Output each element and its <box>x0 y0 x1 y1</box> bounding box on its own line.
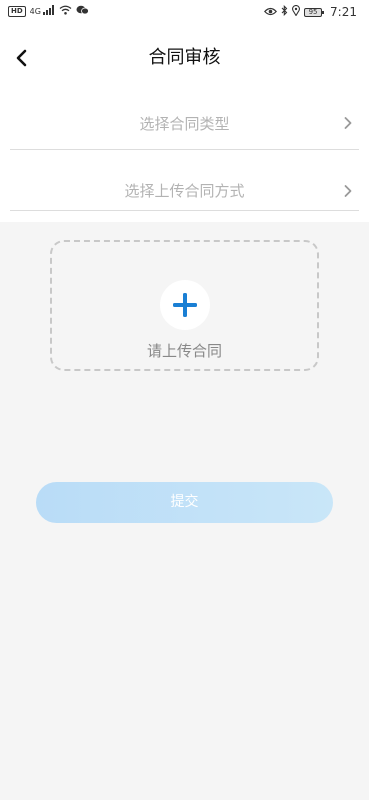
plus-icon <box>173 293 197 317</box>
chevron-right-icon <box>344 117 352 129</box>
contract-type-label: 选择合同类型 <box>139 115 230 133</box>
page-title: 合同审核 <box>148 47 221 68</box>
upload-contract-label: 请上传合同 <box>146 342 222 360</box>
location-icon <box>292 4 300 19</box>
nav-header: 合同审核 <box>0 36 369 80</box>
upload-method-select[interactable]: 选择上传合同方式 <box>10 166 359 211</box>
status-bar: HD 4G 95 7:21 <box>0 0 369 26</box>
wechat-icon <box>76 5 89 18</box>
status-time: 7:21 <box>330 5 357 19</box>
submit-button[interactable]: 提交 <box>36 482 333 523</box>
chevron-right-icon <box>344 185 352 197</box>
contract-type-select[interactable]: 选择合同类型 <box>10 99 359 150</box>
upload-method-label: 选择上传合同方式 <box>124 182 245 200</box>
network-type-label: 4G <box>29 7 41 16</box>
wifi-icon <box>59 5 72 18</box>
status-bar-right: 95 7:21 <box>264 4 357 19</box>
hd-icon: HD <box>8 6 26 17</box>
battery-icon: 95 <box>304 7 325 17</box>
status-bar-left: HD 4G <box>8 5 89 18</box>
upload-contract-area[interactable]: 请上传合同 <box>50 240 319 371</box>
bluetooth-icon <box>281 4 288 19</box>
upload-plus-button[interactable] <box>160 280 210 330</box>
eye-icon <box>264 6 278 19</box>
signal-icon <box>42 5 55 18</box>
